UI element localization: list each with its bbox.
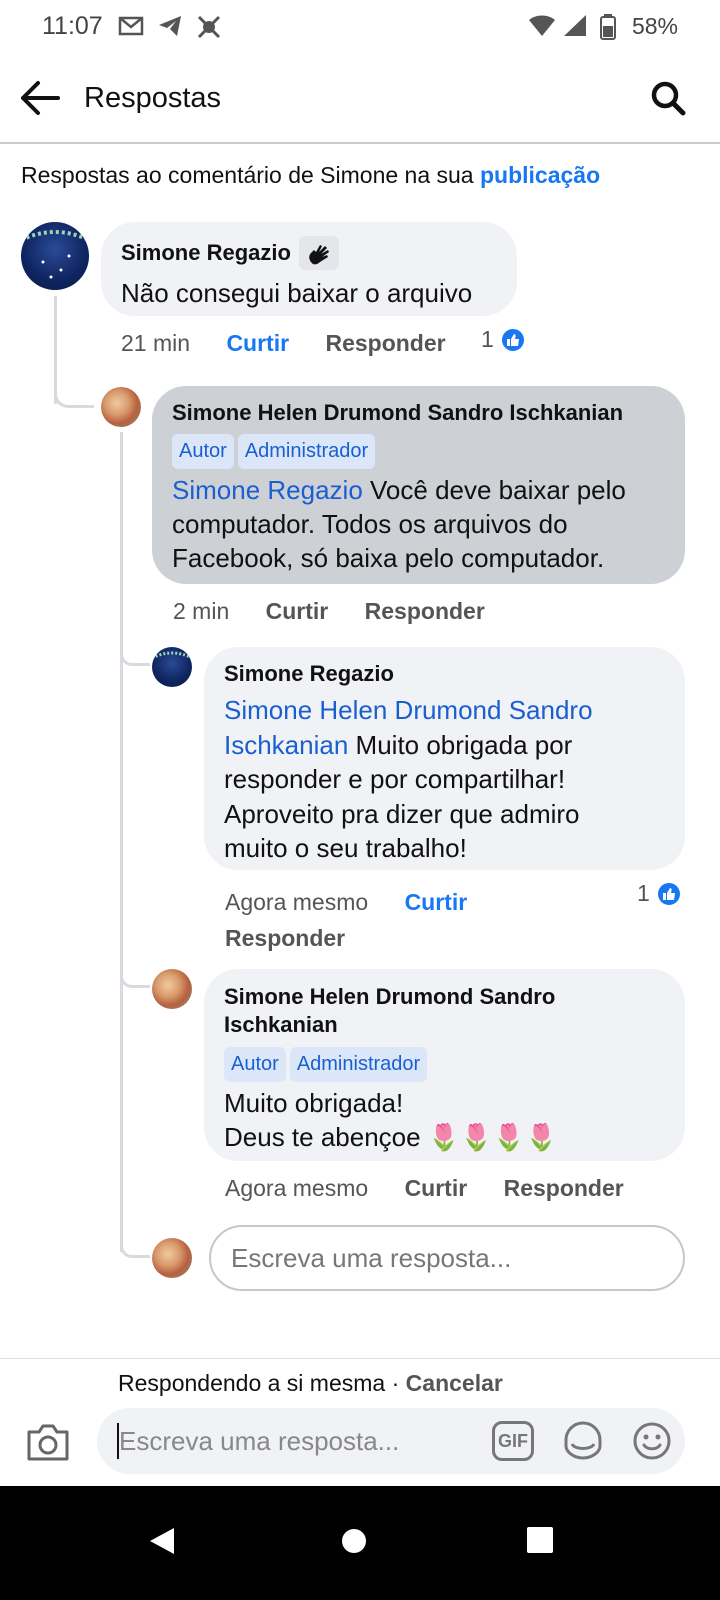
like-button[interactable]: Curtir <box>226 330 289 356</box>
avatar[interactable] <box>152 647 192 687</box>
comment-time: Agora mesmo <box>225 889 369 915</box>
reaction-summary[interactable]: 1 <box>637 880 682 907</box>
replying-indicator: Respondendo a si mesma · Cancelar <box>118 1370 503 1397</box>
reaction-count: 1 <box>637 880 650 906</box>
comment-actions: Agora mesmo Curtir Responder <box>225 884 525 956</box>
like-button[interactable]: Curtir <box>266 598 329 624</box>
comment-author[interactable]: Simone Regazio <box>121 240 291 266</box>
avatar[interactable] <box>21 222 89 290</box>
comment-bubble[interactable]: Simone Helen Drumond Sandro Ischkanian A… <box>204 969 685 1161</box>
replying-text: Respondendo a si mesma <box>118 1370 386 1396</box>
badge-row: Autor Administrador <box>172 434 665 469</box>
mention-link[interactable]: Simone Helen Drumond Sandro <box>224 693 665 728</box>
composer-input[interactable]: Escreva uma resposta... GIF <box>97 1408 685 1474</box>
page-title: Respostas <box>84 82 222 114</box>
telegram-icon <box>157 14 183 43</box>
thread-connector <box>120 1232 150 1258</box>
comment-bubble[interactable]: Simone Helen Drumond Sandro Ischkanian A… <box>152 386 685 584</box>
home-circle-icon[interactable] <box>340 1527 368 1560</box>
comment-author[interactable]: Simone Helen Drumond Sandro Ischkanian <box>172 400 665 426</box>
avatar <box>152 1238 192 1278</box>
thread-connector <box>54 372 94 408</box>
thread-line <box>120 432 123 1252</box>
thread-connector <box>120 640 150 666</box>
admin-badge: Administrador <box>289 1047 428 1082</box>
sticker-icon[interactable] <box>562 1420 604 1467</box>
comment-author[interactable]: Simone Helen Drumond Sandro Ischkanian <box>224 983 665 1039</box>
app-icon <box>196 14 222 45</box>
avatar[interactable] <box>101 387 141 427</box>
mention-link[interactable]: Simone Regazio <box>172 475 363 505</box>
reaction-count: 1 <box>481 326 494 352</box>
comment-body-rest: responder e por compartilhar! Aproveito … <box>224 764 580 863</box>
comment-actions: 21 min Curtir Responder <box>121 330 541 357</box>
wave-hand-icon <box>298 236 339 270</box>
signal-icon <box>562 14 588 43</box>
emoji-icon[interactable] <box>631 1420 673 1467</box>
like-button[interactable]: Curtir <box>405 1175 468 1201</box>
badge-row: Autor Administrador <box>224 1047 665 1082</box>
comment-actions: 2 min Curtir Responder <box>173 598 573 625</box>
comment-author[interactable]: Simone Regazio <box>224 661 665 687</box>
author-badge: Autor <box>172 434 234 469</box>
comment-actions: Agora mesmo Curtir Responder <box>225 1175 685 1202</box>
replies-context: Respostas ao comentário de Simone na sua… <box>21 162 600 189</box>
system-nav-bar <box>0 1486 720 1600</box>
reply-input[interactable]: Escreva uma resposta... <box>209 1225 685 1291</box>
comment-author-line2: Ischkanian <box>224 1012 338 1037</box>
comment-time: 2 min <box>173 598 230 624</box>
context-text: Respostas ao comentário de Simone na sua <box>21 162 474 188</box>
battery-icon <box>600 14 616 45</box>
author-badge: Autor <box>224 1047 286 1082</box>
reply-button[interactable]: Responder <box>504 1175 624 1201</box>
thumbs-up-icon <box>499 326 526 353</box>
like-button[interactable]: Curtir <box>405 889 468 915</box>
back-triangle-icon[interactable] <box>148 1526 176 1561</box>
status-bar: 11:07 58% <box>0 0 720 56</box>
comment-body-line1: Muito obrigada! <box>224 1088 404 1118</box>
battery-percentage: 58% <box>631 13 678 39</box>
gmail-icon <box>118 14 144 43</box>
reply-button[interactable]: Responder <box>225 920 525 956</box>
mention-link-cont[interactable]: Ischkanian <box>224 730 348 760</box>
comment-text: Não consegui baixar o arquivo <box>121 278 473 308</box>
composer-placeholder: Escreva uma resposta... <box>119 1426 400 1456</box>
wifi-icon <box>528 14 556 43</box>
separator: · <box>391 1370 400 1396</box>
reaction-summary[interactable]: 1 <box>481 326 526 353</box>
recents-square-icon[interactable] <box>527 1527 553 1558</box>
comment-text: Simone Helen Drumond Sandro Ischkanian M… <box>224 693 665 866</box>
publication-link[interactable]: publicação <box>480 162 600 188</box>
tulip-emoji: 🌷🌷🌷🌷 <box>427 1122 558 1152</box>
comment-time: Agora mesmo <box>225 1175 369 1201</box>
comment-bubble[interactable]: Simone Regazio Simone Helen Drumond Sand… <box>204 647 685 870</box>
cancel-button[interactable]: Cancelar <box>406 1370 503 1396</box>
camera-icon[interactable] <box>26 1422 70 1467</box>
avatar[interactable] <box>152 969 192 1009</box>
top-app-bar: Respostas <box>0 56 720 144</box>
comment-text: Muito obrigada! Deus te abençoe 🌷🌷🌷🌷 <box>224 1086 665 1154</box>
reply-button[interactable]: Responder <box>325 330 445 356</box>
status-time: 11:07 <box>42 12 103 40</box>
back-arrow-icon[interactable] <box>20 80 60 121</box>
search-icon[interactable] <box>650 80 686 121</box>
comment-body-line2: Deus te abençoe <box>224 1122 421 1152</box>
comment-text: Simone Regazio Você deve baixar pelo com… <box>172 473 665 575</box>
comment-time: 21 min <box>121 330 191 356</box>
gif-icon[interactable]: GIF <box>492 1421 534 1461</box>
reply-button[interactable]: Responder <box>365 598 485 624</box>
comment-body: Muito obrigada por <box>355 729 573 760</box>
thumbs-up-icon <box>655 880 682 907</box>
comment-author-line1: Simone Helen Drumond Sandro <box>224 984 556 1009</box>
thread-connector <box>120 962 150 988</box>
admin-badge: Administrador <box>237 434 376 469</box>
comment-bubble[interactable]: Simone Regazio Não consegui baixar o arq… <box>101 222 517 316</box>
